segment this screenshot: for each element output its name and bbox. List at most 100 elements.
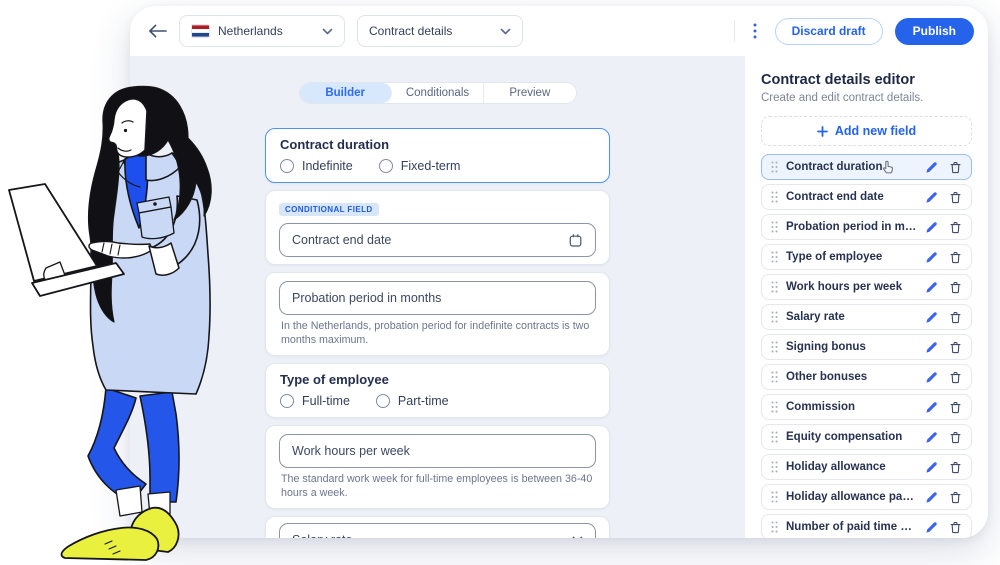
field-row-holiday-allowance-frequency[interactable]: Holiday allowance payment fre...: [761, 484, 972, 510]
edit-icon[interactable]: [925, 491, 938, 504]
edit-icon[interactable]: [925, 461, 938, 474]
radio-label: Part-time: [398, 394, 449, 408]
drag-handle-icon[interactable]: [771, 281, 778, 293]
contract-end-date-input[interactable]: Contract end date: [279, 223, 596, 257]
drag-handle-icon[interactable]: [771, 491, 778, 503]
field-row-paid-time-off[interactable]: Number of paid time off days: [761, 514, 972, 538]
delete-icon[interactable]: [949, 161, 962, 174]
drag-handle-icon[interactable]: [771, 161, 778, 173]
edit-icon[interactable]: [925, 161, 938, 174]
delete-icon[interactable]: [949, 311, 962, 324]
field-label: Signing bonus: [786, 341, 917, 353]
edit-icon[interactable]: [925, 341, 938, 354]
field-row-other-bonuses[interactable]: Other bonuses: [761, 364, 972, 390]
netherlands-flag-icon: [191, 24, 210, 38]
arrow-left-icon: [148, 24, 167, 38]
edit-icon[interactable]: [925, 251, 938, 264]
field-row-work-hours[interactable]: Work hours per week: [761, 274, 972, 300]
delete-icon[interactable]: [949, 461, 962, 474]
template-selector-label: Contract details: [369, 24, 492, 38]
delete-icon[interactable]: [949, 371, 962, 384]
edit-icon[interactable]: [925, 371, 938, 384]
drag-handle-icon[interactable]: [771, 251, 778, 263]
tab-preview[interactable]: Preview: [484, 83, 575, 103]
field-row-salary-rate[interactable]: Salary rate: [761, 304, 972, 330]
discard-draft-button[interactable]: Discard draft: [775, 18, 883, 45]
delete-icon[interactable]: [949, 431, 962, 444]
card-contract-duration[interactable]: Contract duration Indefinite Fixed-term: [265, 128, 610, 183]
field-label: Holiday allowance: [786, 461, 917, 473]
field-row-contract-end-date[interactable]: Contract end date: [761, 184, 972, 210]
card-probation-period[interactable]: Probation period in months In the Nether…: [265, 272, 610, 356]
drag-handle-icon[interactable]: [771, 371, 778, 383]
delete-icon[interactable]: [949, 251, 962, 264]
panel-title: Contract details editor: [761, 72, 972, 88]
work-hours-input[interactable]: Work hours per week: [279, 434, 596, 468]
drag-handle-icon[interactable]: [771, 221, 778, 233]
country-selector[interactable]: Netherlands: [179, 15, 345, 47]
delete-icon[interactable]: [949, 521, 962, 534]
calendar-icon[interactable]: [568, 233, 583, 248]
radio-full-time[interactable]: Full-time: [280, 394, 350, 408]
edit-icon[interactable]: [925, 401, 938, 414]
delete-icon[interactable]: [949, 401, 962, 414]
card-salary-rate[interactable]: Salary rate: [265, 516, 610, 538]
probation-period-input[interactable]: Probation period in months: [279, 281, 596, 315]
salary-rate-select[interactable]: Salary rate: [279, 523, 596, 538]
drag-handle-icon[interactable]: [771, 191, 778, 203]
field-row-contract-duration[interactable]: Contract duration: [761, 154, 972, 180]
delete-icon[interactable]: [949, 491, 962, 504]
contract-details-editor-panel: Contract details editor Create and edit …: [745, 56, 988, 538]
input-placeholder: Work hours per week: [292, 444, 410, 458]
builder-canvas: Builder Conditionals Preview Contract du…: [130, 56, 745, 538]
field-row-commission[interactable]: Commission: [761, 394, 972, 420]
edit-icon[interactable]: [925, 221, 938, 234]
field-label: Probation period in months: [786, 221, 917, 233]
publish-button[interactable]: Publish: [895, 18, 974, 45]
field-row-equity-compensation[interactable]: Equity compensation: [761, 424, 972, 450]
edit-icon[interactable]: [925, 191, 938, 204]
radio-fixed-term[interactable]: Fixed-term: [379, 159, 461, 173]
more-options-button[interactable]: [747, 23, 763, 39]
drag-handle-icon[interactable]: [771, 461, 778, 473]
tab-builder[interactable]: Builder: [300, 83, 392, 103]
radio-indefinite[interactable]: Indefinite: [280, 159, 353, 173]
helper-text: In the Netherlands, probation period for…: [279, 320, 596, 348]
conditional-field-badge: CONDITIONAL FIELD: [279, 203, 379, 216]
radio-circle-icon: [376, 394, 390, 408]
field-row-probation-period[interactable]: Probation period in months: [761, 214, 972, 240]
drag-handle-icon[interactable]: [771, 341, 778, 353]
content-area: Builder Conditionals Preview Contract du…: [130, 56, 988, 538]
back-button[interactable]: [148, 24, 167, 38]
field-row-signing-bonus[interactable]: Signing bonus: [761, 334, 972, 360]
drag-handle-icon[interactable]: [771, 401, 778, 413]
topbar-divider: [734, 20, 735, 42]
card-contract-end-date[interactable]: CONDITIONAL FIELD Contract end date: [265, 190, 610, 265]
card-type-of-employee[interactable]: Type of employee Full-time Part-time: [265, 363, 610, 418]
edit-icon[interactable]: [925, 311, 938, 324]
delete-icon[interactable]: [949, 281, 962, 294]
radio-circle-icon: [280, 159, 294, 173]
radio-label: Fixed-term: [401, 159, 461, 173]
edit-icon[interactable]: [925, 521, 938, 534]
tab-conditionals[interactable]: Conditionals: [392, 83, 484, 103]
chevron-down-icon: [572, 536, 583, 538]
helper-text: The standard work week for full-time emp…: [279, 473, 596, 501]
radio-part-time[interactable]: Part-time: [376, 394, 449, 408]
card-work-hours[interactable]: Work hours per week The standard work we…: [265, 425, 610, 509]
add-new-field-button[interactable]: Add new field: [761, 116, 972, 146]
edit-icon[interactable]: [925, 431, 938, 444]
drag-handle-icon[interactable]: [771, 521, 778, 533]
field-row-type-of-employee[interactable]: Type of employee: [761, 244, 972, 270]
delete-icon[interactable]: [949, 191, 962, 204]
template-selector[interactable]: Contract details: [357, 15, 523, 47]
edit-icon[interactable]: [925, 281, 938, 294]
field-label: Other bonuses: [786, 371, 917, 383]
delete-icon[interactable]: [949, 341, 962, 354]
drag-handle-icon[interactable]: [771, 431, 778, 443]
delete-icon[interactable]: [949, 221, 962, 234]
field-row-holiday-allowance[interactable]: Holiday allowance: [761, 454, 972, 480]
drag-handle-icon[interactable]: [771, 311, 778, 323]
plus-icon: [817, 126, 828, 137]
input-placeholder: Contract end date: [292, 233, 391, 247]
